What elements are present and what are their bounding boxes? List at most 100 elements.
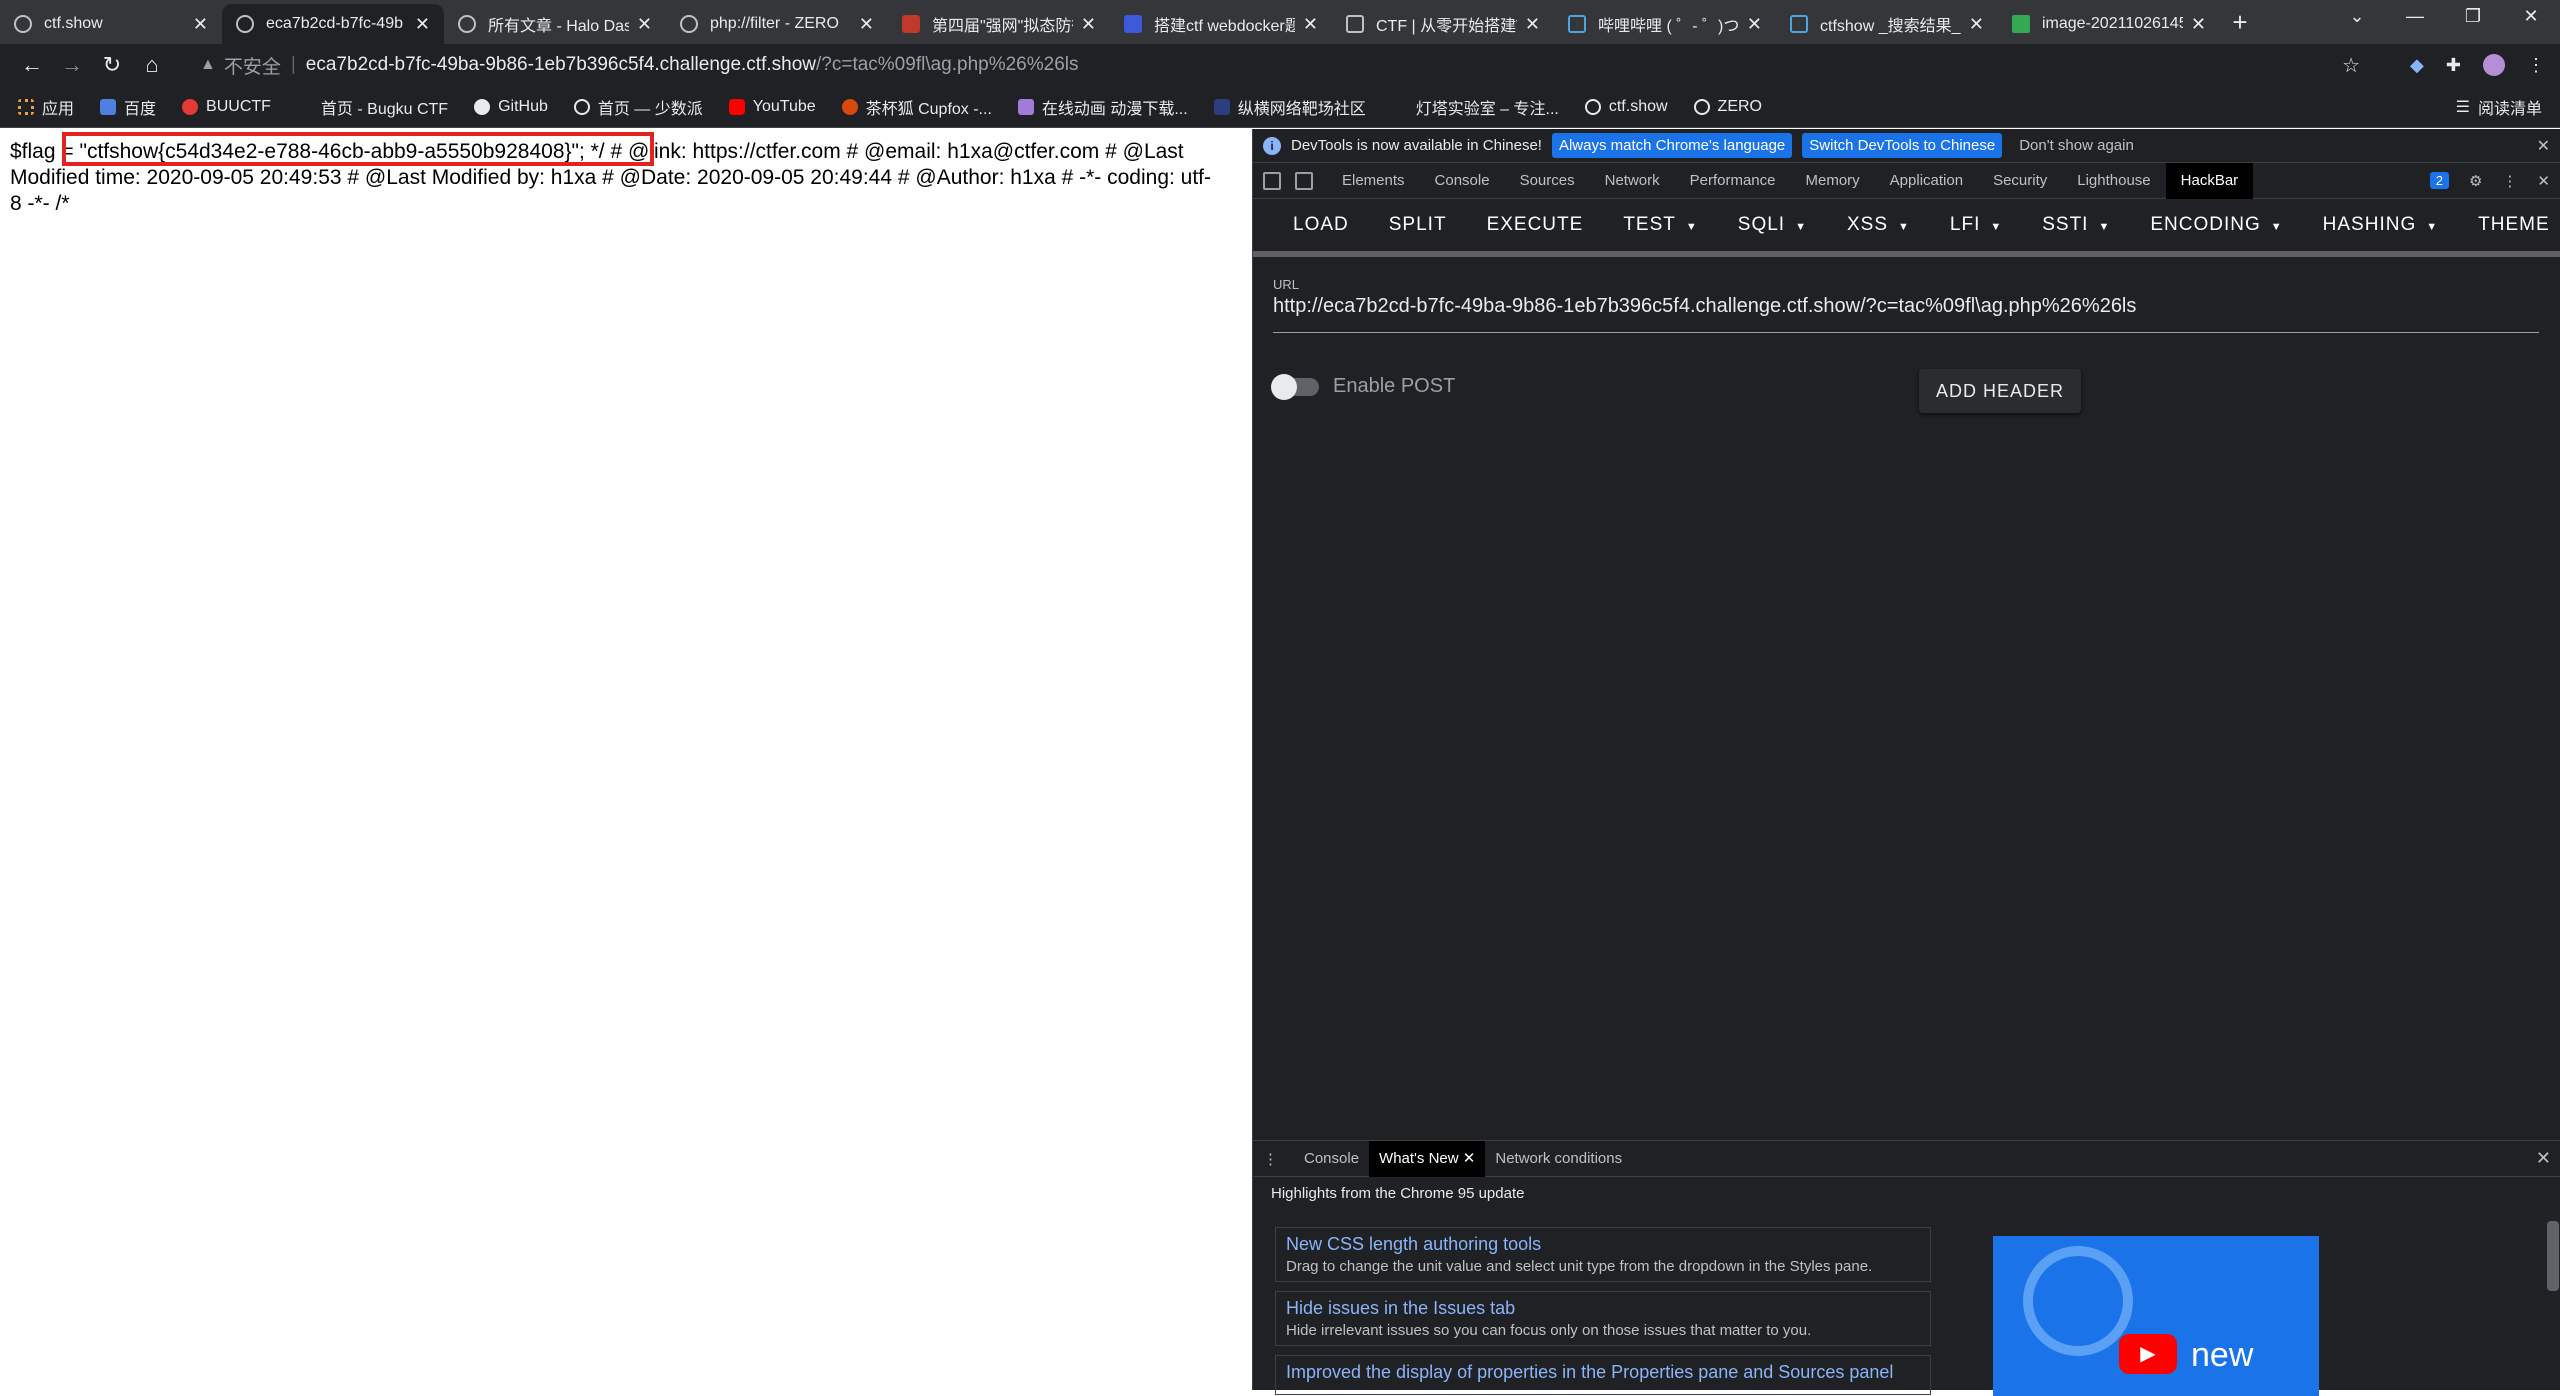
bookmark-github[interactable]: GitHub: [474, 98, 548, 116]
close-icon[interactable]: ✕: [2537, 172, 2550, 190]
bookmark-baidu[interactable]: 百度: [100, 95, 156, 119]
back-icon[interactable]: ←: [12, 52, 52, 78]
browser-tab[interactable]: 搭建ctf webdocker题 ✕: [1110, 4, 1332, 44]
reload-icon[interactable]: ↻: [92, 52, 132, 78]
bookmark-ctfshow[interactable]: ctf.show: [1584, 98, 1668, 116]
address-bar[interactable]: ▲ 不安全 | eca7b2cd-b7fc-49ba-9b86-1eb7b396…: [190, 48, 2370, 82]
extension-icon[interactable]: ◆: [2410, 55, 2424, 76]
browser-tab[interactable]: ctf.show ✕: [0, 4, 222, 44]
close-tab-icon[interactable]: ✕: [637, 14, 652, 35]
tab-security[interactable]: Security: [1978, 163, 2062, 199]
card-title[interactable]: Hide issues in the Issues tab: [1286, 1298, 1920, 1319]
hackbar-load-button[interactable]: LOAD: [1273, 214, 1369, 236]
card-title[interactable]: Improved the display of properties in th…: [1286, 1362, 1920, 1383]
drawer-scrollbar[interactable]: [2547, 1201, 2559, 1311]
tab-lighthouse[interactable]: Lighthouse: [2062, 163, 2165, 199]
add-header-button[interactable]: ADD HEADER: [1919, 369, 2081, 413]
menu-icon[interactable]: ⋮: [2527, 55, 2545, 76]
minimize-icon[interactable]: —: [2386, 6, 2444, 27]
forward-icon[interactable]: →: [52, 52, 92, 78]
bookmark-lighthouse[interactable]: 灯塔实验室 – 专注...: [1391, 95, 1559, 119]
bookmark-apps[interactable]: 应用: [18, 95, 74, 119]
browser-tab[interactable]: 所有文章 - Halo Das ✕: [444, 4, 666, 44]
hackbar-hashing-menu[interactable]: HASHING ▼: [2303, 214, 2458, 236]
home-icon[interactable]: ⌂: [132, 52, 172, 78]
browser-tab[interactable]: php://filter - ZERO ✕: [666, 4, 888, 44]
tab-elements[interactable]: Elements: [1327, 163, 1420, 199]
bookmark-zero[interactable]: ZERO: [1693, 98, 1762, 116]
extensions-puzzle-icon[interactable]: ✚: [2446, 55, 2461, 76]
reading-list[interactable]: ☰ 阅读清单: [2456, 95, 2542, 119]
drawer-tab-network-conditions[interactable]: Network conditions: [1485, 1141, 1632, 1177]
hackbar-execute-button[interactable]: EXECUTE: [1467, 214, 1604, 236]
hackbar-theme-menu[interactable]: THEME: [2458, 214, 2560, 236]
tab-network[interactable]: Network: [1590, 163, 1675, 199]
close-tab-icon[interactable]: ✕: [193, 14, 208, 35]
card-title[interactable]: New CSS length authoring tools: [1286, 1234, 1920, 1255]
close-drawer-icon[interactable]: ✕: [2536, 1148, 2551, 1169]
dont-show-button[interactable]: Don't show again: [2012, 133, 2141, 158]
close-tab-icon[interactable]: ✕: [1969, 14, 1984, 35]
tab-console[interactable]: Console: [1420, 163, 1505, 199]
close-tab-icon[interactable]: ✕: [415, 14, 430, 35]
browser-tab-active[interactable]: eca7b2cd-b7fc-49b ✕: [222, 4, 444, 44]
bookmark-bugku[interactable]: 首页 - Bugku CTF: [296, 95, 448, 119]
close-icon[interactable]: ✕: [1463, 1150, 1476, 1167]
hackbar-split-button[interactable]: SPLIT: [1369, 214, 1467, 236]
close-tab-icon[interactable]: ✕: [2191, 14, 2206, 35]
bookmark-anime[interactable]: 在线动画 动漫下载...: [1017, 95, 1188, 119]
close-tab-icon[interactable]: ✕: [1747, 14, 1762, 35]
hackbar-sqli-menu[interactable]: SQLI ▼: [1718, 214, 1827, 236]
bookmark-sspai[interactable]: 首页 — 少数派: [573, 95, 703, 119]
hackbar-xss-menu[interactable]: XSS ▼: [1827, 214, 1930, 236]
tab-application[interactable]: Application: [1875, 163, 1978, 199]
browser-tab[interactable]: ctfshow _搜索结果_ ✕: [1776, 4, 1998, 44]
gear-icon[interactable]: ⚙: [2469, 172, 2482, 190]
whats-new-card[interactable]: New CSS length authoring tools Drag to c…: [1275, 1227, 1931, 1282]
drawer-tab-console[interactable]: Console: [1294, 1141, 1369, 1177]
hackbar-lfi-menu[interactable]: LFI ▼: [1930, 214, 2022, 236]
more-icon[interactable]: ⋮: [2502, 172, 2517, 190]
toggle-track[interactable]: [1271, 373, 1319, 400]
new-tab-button[interactable]: +: [2220, 7, 2260, 38]
switch-chinese-button[interactable]: Switch DevTools to Chinese: [1802, 133, 2003, 158]
match-language-button[interactable]: Always match Chrome's language: [1551, 133, 1793, 158]
tab-memory[interactable]: Memory: [1791, 163, 1875, 199]
browser-tab[interactable]: 第四届"强网"拟态防御 ✕: [888, 4, 1110, 44]
close-tab-icon[interactable]: ✕: [1081, 14, 1096, 35]
drawer-tab-whats-new[interactable]: What's New ✕: [1369, 1140, 1486, 1177]
tab-performance[interactable]: Performance: [1675, 163, 1791, 199]
tab-hackbar[interactable]: HackBar: [2165, 162, 2254, 199]
close-window-icon[interactable]: ✕: [2502, 6, 2560, 27]
bookmark-star-icon[interactable]: ☆: [2342, 53, 2360, 78]
tab-search-icon[interactable]: ⌄: [2328, 6, 2386, 27]
hackbar-test-menu[interactable]: TEST ▼: [1603, 214, 1717, 236]
hackbar-ssti-menu[interactable]: SSTI ▼: [2022, 214, 2130, 236]
whats-new-card[interactable]: Improved the display of properties in th…: [1275, 1355, 1931, 1395]
restore-icon[interactable]: ❐: [2444, 6, 2502, 27]
url-field[interactable]: http://eca7b2cd-b7fc-49ba-9b86-1eb7b396c…: [1273, 295, 2539, 333]
inspect-icon[interactable]: [1263, 171, 1281, 190]
close-tab-icon[interactable]: ✕: [1525, 14, 1540, 35]
close-tab-icon[interactable]: ✕: [1303, 14, 1318, 35]
enable-post-toggle[interactable]: Enable POST: [1271, 373, 1455, 400]
scrollbar-thumb[interactable]: [2547, 1221, 2559, 1291]
bookmark-youtube[interactable]: YouTube: [728, 98, 816, 116]
bookmark-range[interactable]: 纵横网络靶场社区: [1213, 95, 1366, 119]
device-toolbar-icon[interactable]: [1295, 171, 1313, 190]
browser-tab[interactable]: image-20211026145 ✕: [1998, 4, 2220, 44]
browser-tab[interactable]: CTF | 从零开始搭建W ✕: [1332, 4, 1554, 44]
close-icon[interactable]: ✕: [2537, 136, 2550, 156]
avatar[interactable]: [2482, 54, 2505, 76]
drawer-menu-icon[interactable]: ⋮: [1263, 1150, 1278, 1168]
tab-sources[interactable]: Sources: [1505, 163, 1590, 199]
bookmark-buuctf[interactable]: BUUCTF: [182, 98, 271, 116]
close-tab-icon[interactable]: ✕: [859, 14, 874, 35]
issues-badge[interactable]: 2: [2429, 172, 2449, 189]
browser-tab[interactable]: 哔哩哔哩 ( ゜- ゜)つロ ✕: [1554, 4, 1776, 44]
hackbar-encoding-menu[interactable]: ENCODING ▼: [2130, 214, 2302, 236]
whats-new-card[interactable]: Hide issues in the Issues tab Hide irrel…: [1275, 1291, 1931, 1346]
youtube-play-icon[interactable]: ▶: [2119, 1334, 2177, 1374]
bookmark-cupfox[interactable]: 茶杯狐 Cupfox -...: [841, 95, 992, 119]
whats-new-video-thumbnail[interactable]: ▶ new: [1993, 1236, 2319, 1396]
